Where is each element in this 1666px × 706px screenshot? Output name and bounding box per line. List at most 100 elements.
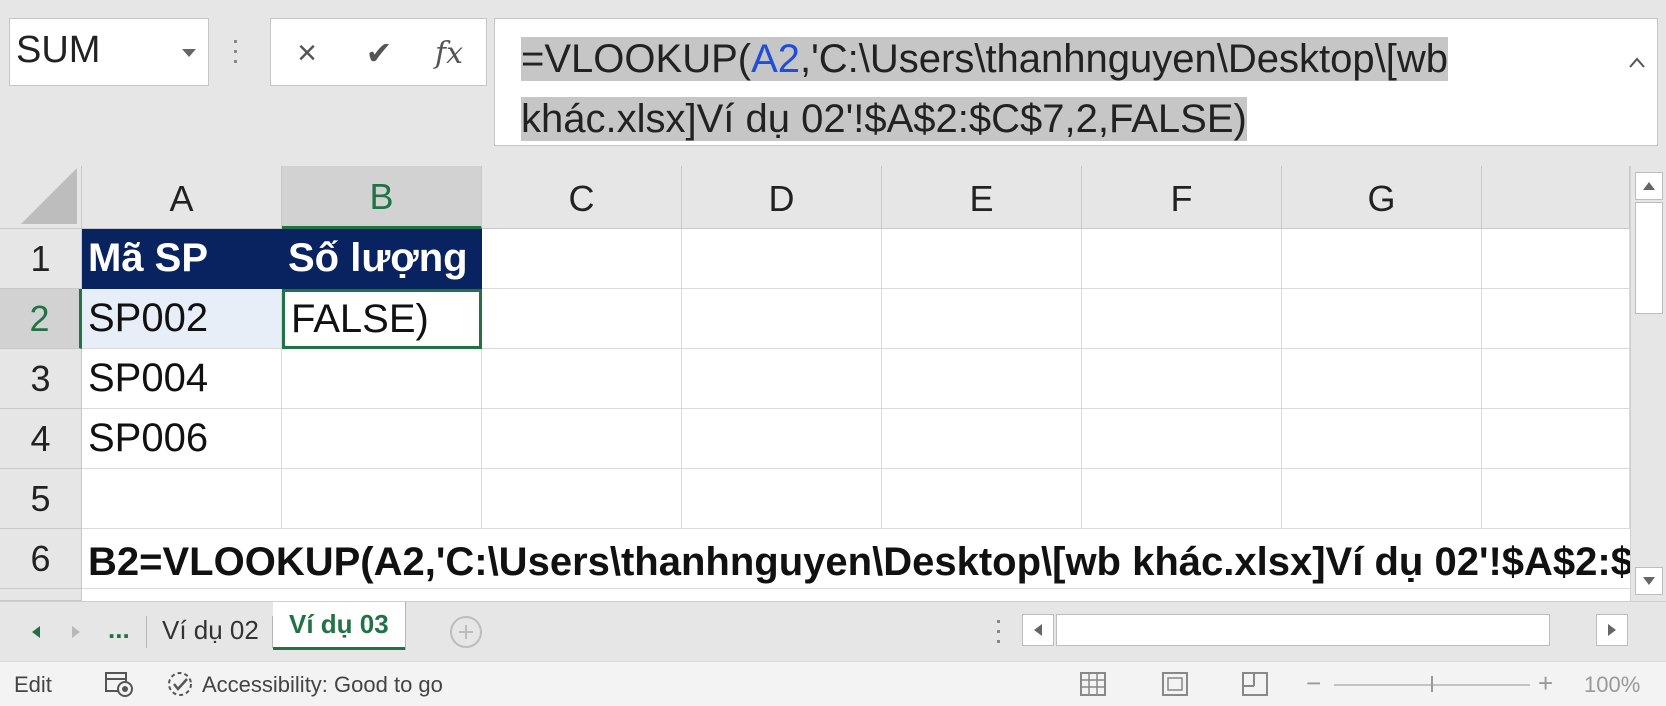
formula-part-1: =VLOOKUP( [521, 37, 752, 81]
select-all-triangle [21, 168, 77, 224]
row-header-2[interactable]: 2 [0, 289, 82, 349]
page-layout-icon[interactable] [1160, 670, 1190, 698]
column-header-g[interactable]: G [1282, 166, 1482, 229]
cell-b1[interactable]: Số lượng [282, 229, 482, 289]
row-header-6[interactable]: 6 [0, 529, 82, 589]
column-header-d[interactable]: D [682, 166, 882, 229]
cell-c5[interactable] [482, 469, 682, 529]
zoom-slider-thumb[interactable] [1431, 676, 1433, 692]
formula-bar: SUM × ✔ fx =VLOOKUP(A2,'C:\Users\thanhng… [0, 0, 1666, 166]
scroll-down-arrow-icon[interactable] [1635, 567, 1663, 595]
enter-button[interactable]: ✔ [359, 33, 399, 73]
cell-a3[interactable]: SP004 [82, 349, 282, 409]
zoom-level[interactable]: 100% [1584, 672, 1640, 698]
cell-f4[interactable] [1082, 409, 1282, 469]
cell-c1[interactable] [482, 229, 682, 289]
zoom-out-button[interactable]: − [1306, 668, 1321, 699]
cell-a2[interactable]: SP002 [82, 289, 282, 349]
more-sheets-button[interactable]: ... [108, 614, 130, 645]
cell-c2[interactable] [482, 289, 682, 349]
cell-e5[interactable] [882, 469, 1082, 529]
horizontal-scroll-thumb[interactable] [1056, 614, 1550, 646]
cell-b4[interactable] [282, 409, 482, 469]
cell-mode-indicator: Edit [14, 672, 52, 697]
row-header-5[interactable]: 5 [0, 469, 82, 529]
page-break-icon[interactable] [1240, 670, 1270, 698]
chevron-up-icon[interactable] [1627, 53, 1647, 73]
formula-buttons: × ✔ fx [270, 18, 487, 86]
cell-g5[interactable] [1282, 469, 1482, 529]
cell-f3[interactable] [1082, 349, 1282, 409]
prev-sheet-icon[interactable] [26, 622, 46, 642]
cell-g1[interactable] [1282, 229, 1482, 289]
cell-e4[interactable] [882, 409, 1082, 469]
row-header-7[interactable] [0, 589, 82, 601]
chevron-down-icon[interactable] [182, 49, 196, 57]
column-header-b[interactable]: B [282, 166, 482, 229]
cell-e3[interactable] [882, 349, 1082, 409]
cell-h5[interactable] [1482, 469, 1630, 529]
normal-view-icon[interactable] [1078, 670, 1108, 698]
next-sheet-icon[interactable] [66, 622, 86, 642]
column-header-e[interactable]: E [882, 166, 1082, 229]
scroll-right-arrow-icon[interactable] [1596, 614, 1628, 646]
scroll-left-arrow-icon[interactable] [1022, 614, 1054, 646]
cell-h2[interactable] [1482, 289, 1630, 349]
excel-window: SUM × ✔ fx =VLOOKUP(A2,'C:\Users\thanhng… [0, 0, 1666, 706]
formula-selection: =VLOOKUP(A2,'C:\Users\thanhnguyen\Deskto… [521, 37, 1448, 141]
formula-bar-grip[interactable] [233, 40, 239, 66]
name-box[interactable]: SUM [9, 18, 209, 86]
horizontal-scrollbar[interactable] [1022, 612, 1628, 648]
cell-b2[interactable]: FALSE) [282, 289, 482, 349]
cell-d2[interactable] [682, 289, 882, 349]
cell-e1[interactable] [882, 229, 1082, 289]
macro-record-icon[interactable] [104, 670, 134, 698]
cell-c3[interactable] [482, 349, 682, 409]
tab-vi-du-03[interactable]: Ví dụ 03 [273, 602, 405, 650]
row-header-4[interactable]: 4 [0, 409, 82, 469]
cell-f1[interactable] [1082, 229, 1282, 289]
cancel-button[interactable]: × [287, 33, 327, 73]
cell-d5[interactable] [682, 469, 882, 529]
cell-h3[interactable] [1482, 349, 1630, 409]
accessibility-status[interactable]: Accessibility: Good to go [202, 672, 443, 698]
cell-g4[interactable] [1282, 409, 1482, 469]
formula-reference: A2 [751, 37, 801, 81]
cell-a6-text: B2=VLOOKUP(A2,'C:\Users\thanhnguyen\Desk… [88, 540, 1666, 584]
row-header-3[interactable]: 3 [0, 349, 82, 409]
cell-b5[interactable] [282, 469, 482, 529]
cell-a5[interactable] [82, 469, 282, 529]
cell-f5[interactable] [1082, 469, 1282, 529]
column-header-c[interactable]: C [482, 166, 682, 229]
cell-f2[interactable] [1082, 289, 1282, 349]
cell-d3[interactable] [682, 349, 882, 409]
cell-d4[interactable] [682, 409, 882, 469]
tab-vi-du-02[interactable]: Ví dụ 02 [148, 610, 273, 650]
cell-h1[interactable] [1482, 229, 1630, 289]
insert-function-button[interactable]: fx [429, 33, 469, 73]
cell-c4[interactable] [482, 409, 682, 469]
cell-g2[interactable] [1282, 289, 1482, 349]
tab-divider [146, 616, 147, 648]
zoom-in-button[interactable]: + [1538, 668, 1553, 699]
cell-e2[interactable] [882, 289, 1082, 349]
select-all-button[interactable] [0, 166, 82, 229]
formula-input[interactable]: =VLOOKUP(A2,'C:\Users\thanhnguyen\Deskto… [494, 18, 1658, 146]
column-header-blank[interactable] [1482, 166, 1630, 229]
row-header-1[interactable]: 1 [0, 229, 82, 289]
scroll-up-arrow-icon[interactable] [1635, 172, 1663, 200]
cell-g3[interactable] [1282, 349, 1482, 409]
cell-d1[interactable] [682, 229, 882, 289]
vertical-scroll-thumb[interactable] [1635, 202, 1663, 314]
cell-b3[interactable] [282, 349, 482, 409]
column-header-a[interactable]: A [82, 166, 282, 229]
vertical-scrollbar[interactable] [1630, 166, 1666, 601]
accessibility-check-icon[interactable] [166, 670, 196, 698]
cell-a4[interactable]: SP006 [82, 409, 282, 469]
add-sheet-plus-icon[interactable] [450, 616, 482, 648]
sheet-tabs-bar: ... Ví dụ 02 Ví dụ 03 [0, 601, 1666, 661]
cell-h4[interactable] [1482, 409, 1630, 469]
cell-a1[interactable]: Mã SP [82, 229, 282, 289]
column-header-f[interactable]: F [1082, 166, 1282, 229]
tab-split-grip[interactable] [996, 620, 1002, 646]
